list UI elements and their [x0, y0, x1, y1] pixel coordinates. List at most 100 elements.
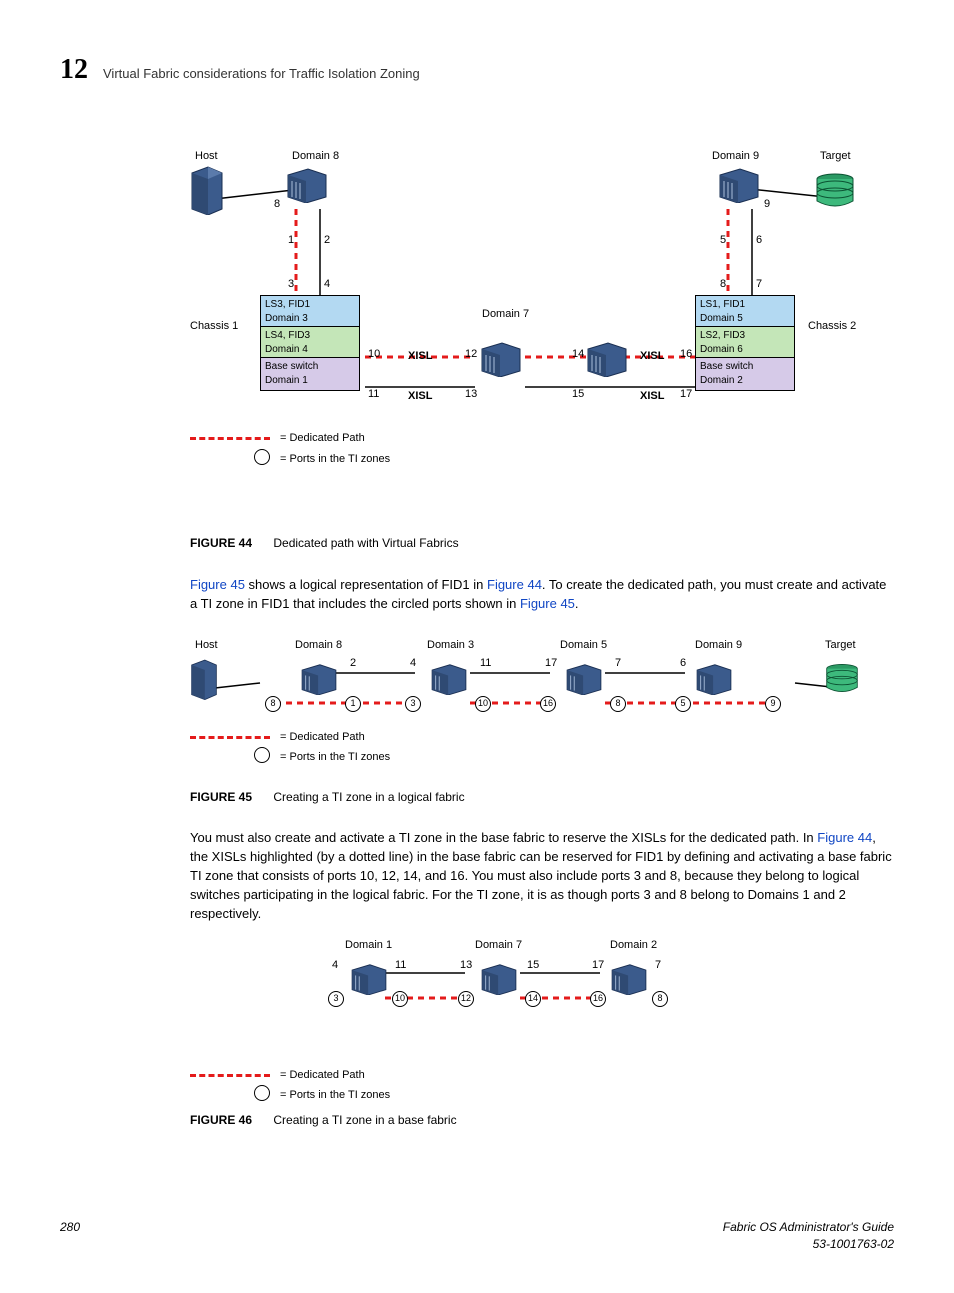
port-label: 4 [410, 656, 416, 671]
ti-port: 14 [525, 991, 541, 1007]
ti-port: 10 [475, 696, 491, 712]
ti-port: 8 [265, 696, 281, 712]
doc-id: 53-1001763-02 [813, 1237, 894, 1251]
port-label: 17 [592, 958, 604, 973]
port-label: 13 [465, 387, 477, 402]
target-label: Target [820, 149, 851, 164]
switch-icon [565, 663, 603, 695]
figure-45-caption: FIGURE 45 Creating a TI zone in a logica… [190, 789, 894, 806]
chassis2-ls2: LS2, FID3 Domain 6 [695, 326, 795, 360]
switch-icon [300, 663, 338, 695]
circle-sample [254, 1085, 270, 1101]
port-label: 15 [527, 958, 539, 973]
xisl-label: XISL [408, 349, 432, 364]
figure-45-link[interactable]: Figure 45 [520, 596, 575, 611]
domain2-label: Domain 2 [610, 938, 657, 953]
domain8-label: Domain 8 [292, 149, 339, 164]
domain7-label: Domain 7 [475, 938, 522, 953]
switch-icon [480, 341, 522, 377]
dashed-line-sample [190, 437, 270, 440]
legend-text: = Ports in the TI zones [280, 750, 390, 765]
ti-port: 16 [590, 991, 606, 1007]
port-label: 7 [615, 656, 621, 671]
switch-icon [718, 167, 760, 203]
domain8-label: Domain 8 [295, 638, 342, 653]
ti-port: 3 [405, 696, 421, 712]
figure-caption-text: Dedicated path with Virtual Fabrics [273, 536, 458, 550]
dashed-line-sample [190, 1074, 270, 1077]
switch-icon [286, 167, 328, 203]
ti-port: 3 [328, 991, 344, 1007]
ti-port: 16 [540, 696, 556, 712]
text: You must also create and activate a TI z… [190, 830, 817, 845]
page-header: 12 Virtual Fabric considerations for Tra… [60, 50, 894, 89]
switch-icon [586, 341, 628, 377]
port-label: 2 [324, 233, 330, 248]
port-label: 11 [480, 656, 491, 671]
target-label: Target [825, 638, 856, 653]
ti-port: 9 [765, 696, 781, 712]
figure-44-legend: = Dedicated Path = Ports in the TI zones [190, 429, 390, 472]
paragraph-2: You must also create and activate a TI z… [190, 829, 894, 923]
domain9-label: Domain 9 [712, 149, 759, 164]
circle-sample [254, 747, 270, 763]
ti-port: 10 [392, 991, 408, 1007]
domain9-label: Domain 9 [695, 638, 742, 653]
port-label: 7 [655, 958, 661, 973]
figure-caption-text: Creating a TI zone in a logical fabric [273, 790, 464, 804]
figure-label: FIGURE 45 [190, 790, 252, 804]
port-label: 2 [350, 656, 356, 671]
chassis2-label: Chassis 2 [808, 319, 856, 334]
xisl-label: XISL [408, 389, 432, 404]
legend-text: = Dedicated Path [280, 431, 365, 446]
port-label: 12 [465, 347, 477, 362]
figure-44-link[interactable]: Figure 44 [487, 577, 542, 592]
port-label: 8 [274, 197, 280, 212]
domain7-label: Domain 7 [482, 307, 529, 322]
port-label: 5 [720, 233, 726, 248]
text: . [575, 596, 579, 611]
figure-label: FIGURE 44 [190, 536, 252, 550]
chassis1-label: Chassis 1 [190, 319, 238, 334]
port-label: 4 [332, 958, 338, 973]
port-label: 1 [288, 233, 294, 248]
port-label: 9 [764, 197, 770, 212]
domain3-label: Domain 3 [427, 638, 474, 653]
section-title: Virtual Fabric considerations for Traffi… [103, 65, 420, 83]
port-label: 16 [680, 347, 692, 362]
chassis2-base: Base switch Domain 2 [695, 357, 795, 391]
figure-44-diagram: Host Domain 8 Domain 9 Target [190, 149, 894, 529]
port-label: 4 [324, 277, 330, 292]
chapter-number: 12 [60, 50, 88, 89]
chassis2-ls1: LS1, FID1 Domain 5 [695, 295, 795, 329]
figure-44-link[interactable]: Figure 44 [817, 830, 872, 845]
switch-icon [610, 963, 648, 995]
legend-text: = Dedicated Path [280, 1068, 365, 1083]
page-number: 280 [60, 1219, 80, 1253]
xisl-label: XISL [640, 389, 664, 404]
doc-title: Fabric OS Administrator's Guide [723, 1220, 894, 1234]
domain5-label: Domain 5 [560, 638, 607, 653]
switch-icon [430, 663, 468, 695]
figure-caption-text: Creating a TI zone in a base fabric [273, 1113, 456, 1127]
figure-46-caption: FIGURE 46 Creating a TI zone in a base f… [190, 1112, 894, 1129]
port-label: 15 [572, 387, 584, 402]
ti-port: 8 [652, 991, 668, 1007]
figure-45-link[interactable]: Figure 45 [190, 577, 245, 592]
xisl-label: XISL [640, 349, 664, 364]
chassis1-ls3: LS3, FID1 Domain 3 [260, 295, 360, 329]
paragraph-1: Figure 45 shows a logical representation… [190, 576, 894, 614]
ti-port: 1 [345, 696, 361, 712]
port-label: 3 [288, 277, 294, 292]
port-label: 7 [756, 277, 762, 292]
circle-sample [254, 449, 270, 465]
port-label: 11 [395, 958, 406, 973]
port-label: 13 [460, 958, 472, 973]
host-label: Host [195, 638, 218, 653]
port-label: 6 [680, 656, 686, 671]
target-icon [815, 173, 855, 207]
port-label: 17 [545, 656, 557, 671]
page-content: Host Domain 8 Domain 9 Target [190, 149, 894, 1129]
figure-46-legend: = Dedicated Path = Ports in the TI zones [190, 1068, 894, 1107]
figure-45-legend: = Dedicated Path = Ports in the TI zones [190, 728, 390, 771]
